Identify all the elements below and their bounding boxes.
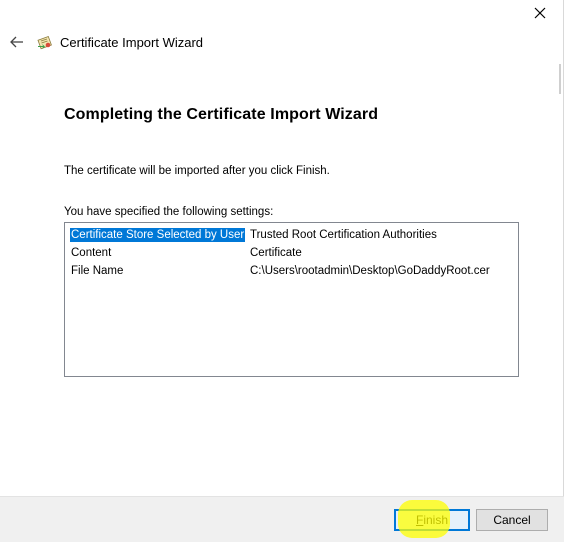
close-icon (534, 7, 546, 19)
wizard-window: Certificate Import Wizard Completing the… (0, 0, 564, 542)
settings-key-text: Content (71, 247, 112, 259)
page-heading: Completing the Certificate Import Wizard (64, 106, 379, 123)
close-button[interactable] (517, 0, 563, 26)
settings-key-text: Certificate Store Selected by User (70, 228, 246, 242)
finish-mnemonic: F (415, 513, 424, 527)
cancel-button[interactable]: Cancel (476, 509, 548, 531)
finish-label: inish (423, 513, 449, 527)
settings-row-store[interactable]: Certificate Store Selected by User Trust… (70, 226, 513, 244)
settings-row-content[interactable]: Content Certificate (70, 244, 513, 262)
wizard-title: Certificate Import Wizard (60, 34, 204, 50)
settings-key-text: File Name (71, 265, 124, 277)
settings-value: Certificate (250, 247, 302, 259)
back-button[interactable] (6, 31, 28, 53)
arrow-left-icon (10, 36, 23, 48)
scrollbar-edge (559, 64, 561, 94)
settings-value: Trusted Root Certification Authorities (250, 229, 437, 241)
settings-label: You have specified the following setting… (64, 206, 274, 218)
settings-row-file-name[interactable]: File Name C:\Users\rootadmin\Desktop\GoD… (70, 262, 513, 280)
wizard-footer: Finish Cancel (0, 496, 564, 542)
settings-key: Content (70, 247, 250, 259)
certificate-icon (37, 36, 52, 50)
info-text: The certificate will be imported after y… (64, 165, 330, 177)
finish-button[interactable]: Finish (394, 509, 470, 531)
settings-key: Certificate Store Selected by User (70, 228, 250, 242)
wizard-header: Certificate Import Wizard (6, 30, 203, 54)
settings-list[interactable]: Certificate Store Selected by User Trust… (64, 222, 519, 377)
settings-value: C:\Users\rootadmin\Desktop\GoDaddyRoot.c… (250, 265, 490, 277)
settings-key: File Name (70, 265, 250, 277)
